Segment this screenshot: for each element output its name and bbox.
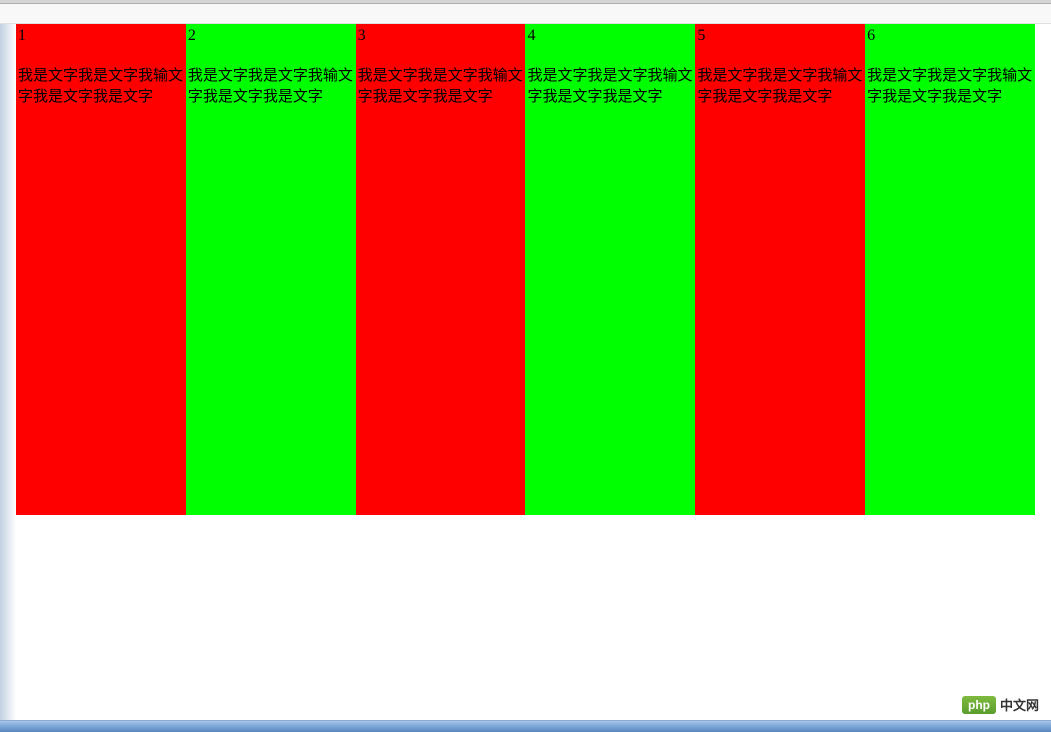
page-content: 1 我是文字我是文字我输文字我是文字我是文字 2 我是文字我是文字我输文字我是文… <box>0 24 1051 515</box>
column-5: 5 我是文字我是文字我输文字我是文字我是文字 <box>695 24 865 515</box>
column-number: 4 <box>527 26 535 45</box>
columns-container: 1 我是文字我是文字我输文字我是文字我是文字 2 我是文字我是文字我输文字我是文… <box>16 24 1035 515</box>
column-6: 6 我是文字我是文字我输文字我是文字我是文字 <box>865 24 1035 515</box>
column-text: 我是文字我是文字我输文字我是文字我是文字 <box>695 66 865 108</box>
column-text: 我是文字我是文字我输文字我是文字我是文字 <box>865 66 1035 108</box>
column-text: 我是文字我是文字我输文字我是文字我是文字 <box>356 66 526 108</box>
column-1: 1 我是文字我是文字我输文字我是文字我是文字 <box>16 24 186 515</box>
php-badge-icon: php <box>962 696 996 714</box>
column-number: 5 <box>697 26 705 45</box>
browser-url-bar <box>0 4 1051 24</box>
taskbar <box>0 720 1051 732</box>
column-text: 我是文字我是文字我输文字我是文字我是文字 <box>186 66 356 108</box>
column-text: 我是文字我是文字我输文字我是文字我是文字 <box>16 66 186 108</box>
column-3: 3 我是文字我是文字我输文字我是文字我是文字 <box>356 24 526 515</box>
column-4: 4 我是文字我是文字我输文字我是文字我是文字 <box>525 24 695 515</box>
watermark-logo: php 中文网 <box>962 695 1039 714</box>
column-2: 2 我是文字我是文字我输文字我是文字我是文字 <box>186 24 356 515</box>
column-number: 3 <box>358 26 366 45</box>
column-number: 2 <box>188 26 196 45</box>
watermark-label: 中文网 <box>1000 695 1039 714</box>
column-number: 6 <box>867 26 875 45</box>
column-number: 1 <box>18 26 26 45</box>
column-text: 我是文字我是文字我输文字我是文字我是文字 <box>525 66 695 108</box>
